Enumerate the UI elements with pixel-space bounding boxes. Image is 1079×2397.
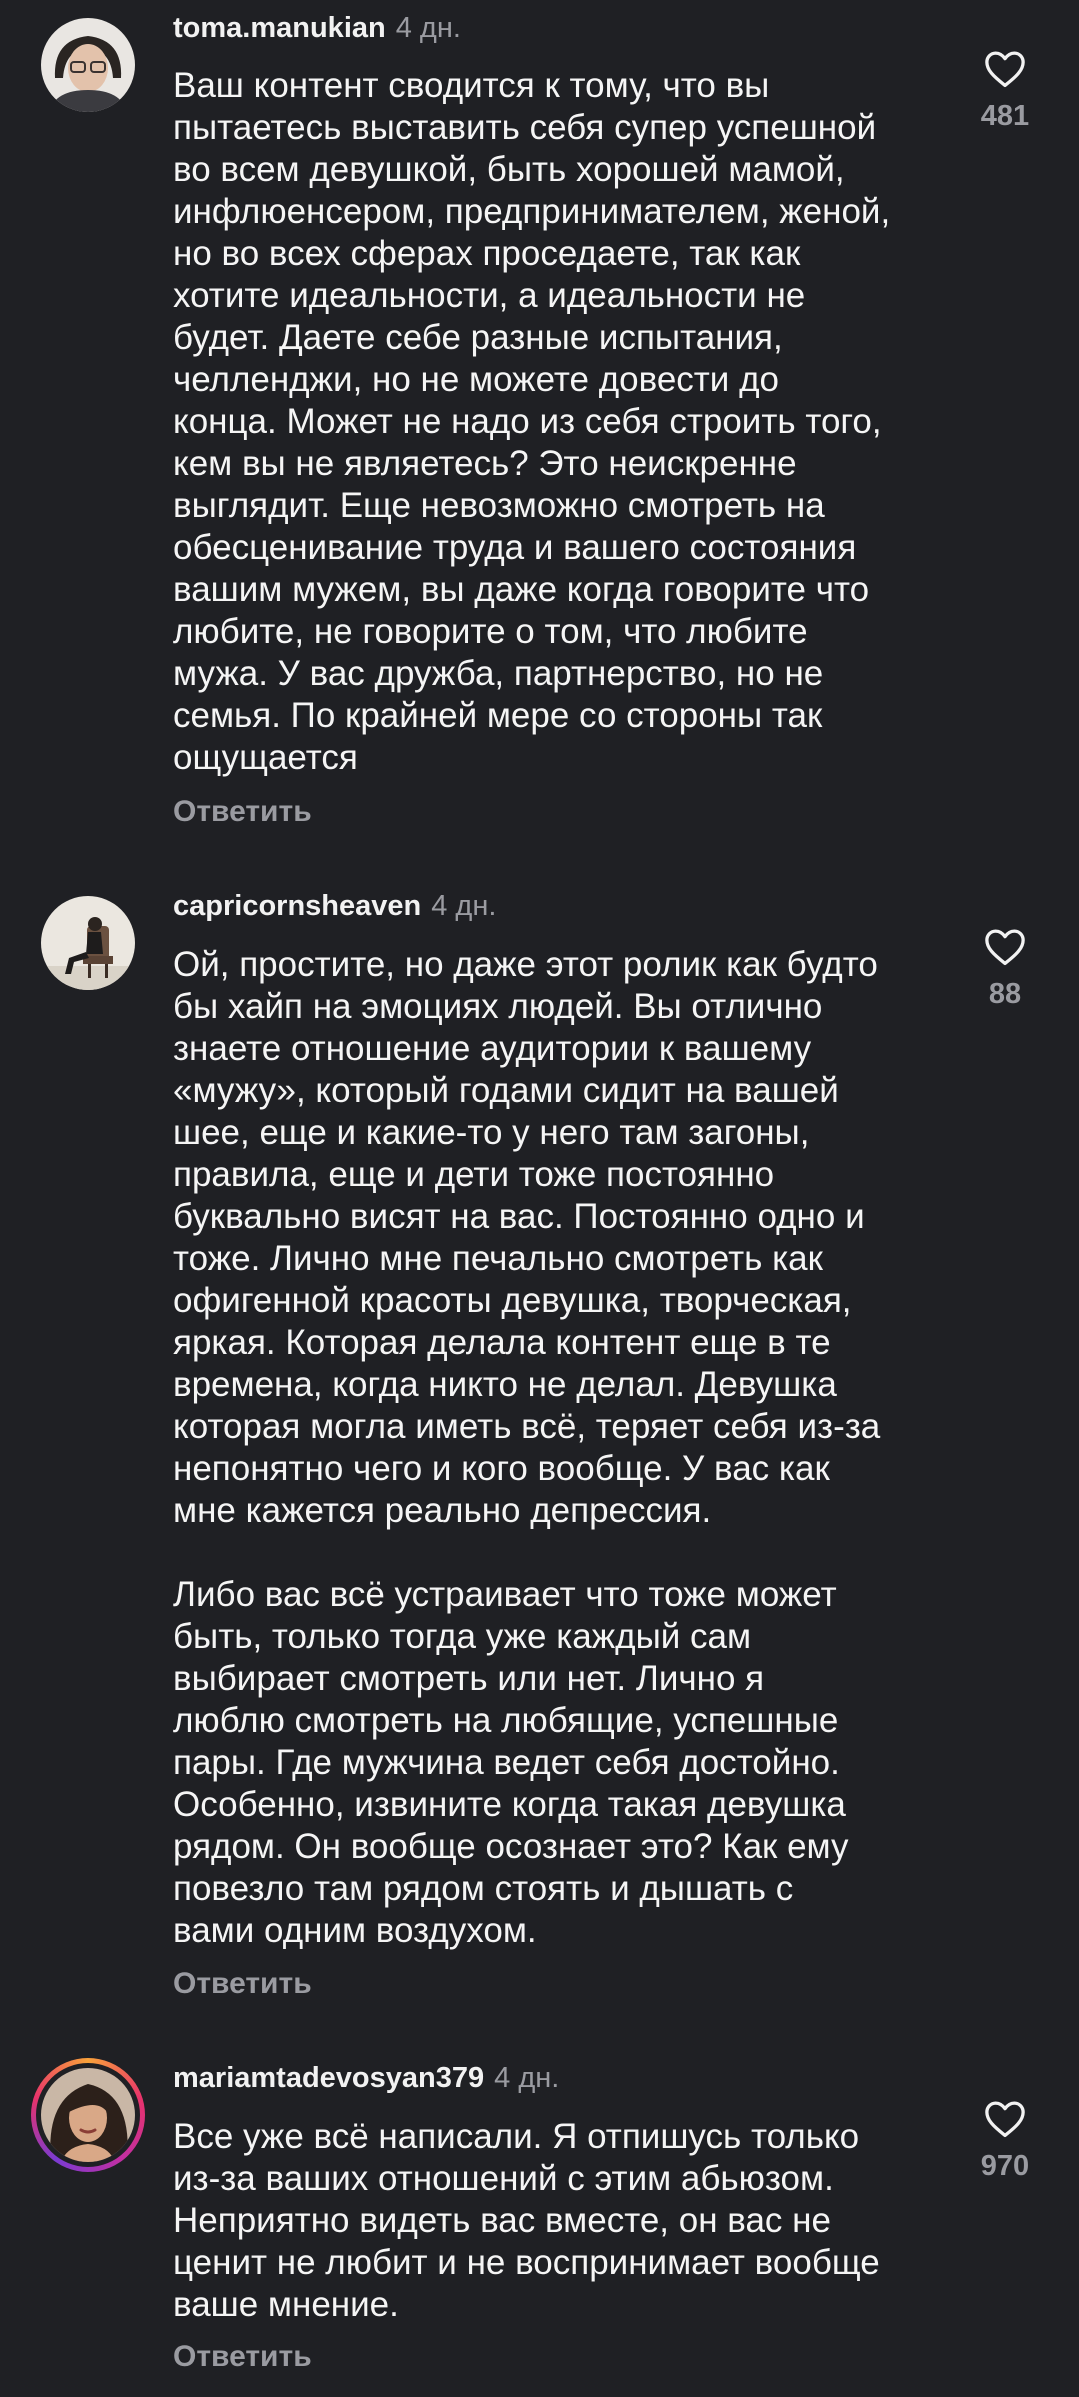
- like-button[interactable]: 88: [960, 928, 1050, 1011]
- comment-time: 4 дн.: [395, 12, 461, 44]
- avatar[interactable]: [41, 2068, 135, 2162]
- comment-header: capricornsheaven 4 дн.: [173, 890, 496, 923]
- comment-time: 4 дн.: [431, 890, 497, 922]
- heart-icon[interactable]: [984, 50, 1026, 88]
- heart-icon[interactable]: [984, 2100, 1026, 2138]
- comment-header: mariamtadevosyan379 4 дн.: [173, 2062, 559, 2095]
- comment-header: toma.manukian 4 дн.: [173, 12, 461, 45]
- like-button[interactable]: 970: [960, 2100, 1050, 2183]
- username[interactable]: mariamtadevosyan379: [173, 2062, 484, 2094]
- reply-button[interactable]: Ответить: [173, 1967, 312, 2001]
- reply-button[interactable]: Ответить: [173, 2340, 312, 2374]
- avatar[interactable]: [41, 18, 135, 112]
- comment-text: Ваш контент сводится к тому, что вы пыта…: [173, 66, 891, 777]
- avatar[interactable]: [41, 896, 135, 990]
- comment-time: 4 дн.: [494, 2062, 560, 2094]
- comment-text: Все уже всё написали. Я отпишусь только …: [173, 2117, 880, 2324]
- story-ring[interactable]: [31, 2058, 145, 2172]
- like-button[interactable]: 481: [960, 50, 1050, 133]
- like-count: 970: [980, 2150, 1030, 2182]
- reply-button[interactable]: Ответить: [173, 795, 312, 829]
- heart-icon[interactable]: [984, 928, 1026, 966]
- username[interactable]: toma.manukian: [173, 12, 386, 44]
- username[interactable]: capricornsheaven: [173, 890, 421, 922]
- like-count: 481: [980, 100, 1030, 132]
- like-count: 88: [988, 978, 1022, 1010]
- comment-text: Ой, простите, но даже этот ролик как буд…: [173, 945, 881, 1950]
